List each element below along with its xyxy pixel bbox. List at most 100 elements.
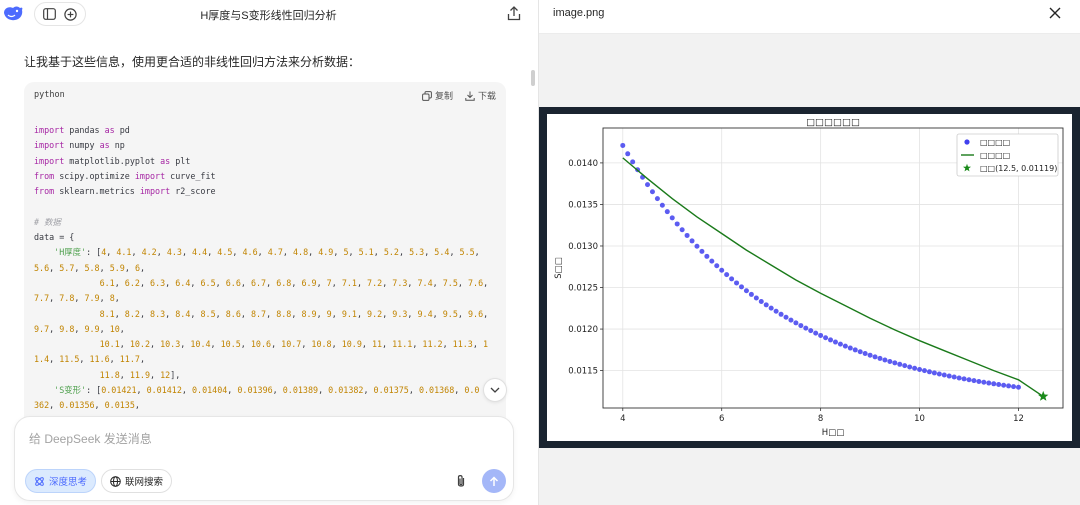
data-point (758, 298, 764, 304)
data-point (753, 295, 759, 301)
data-point (684, 232, 690, 238)
data-point (837, 341, 843, 347)
data-point (699, 248, 705, 254)
copy-icon (422, 90, 432, 101)
deep-think-label: 深度思考 (49, 477, 88, 488)
data-point (620, 142, 626, 148)
data-point (724, 272, 730, 278)
code-line: # 数据 (34, 216, 61, 227)
download-label: 下载 (477, 91, 496, 101)
x-tick-label: 10 (914, 414, 925, 424)
code-line: import pandas as pd (34, 125, 130, 135)
data-point (738, 284, 744, 290)
data-point (798, 323, 804, 329)
assistant-intro-text: 让我基于这些信息，使用更合适的非线性回归方法来分析数据： (24, 55, 361, 69)
code-line: 1.4, 11.5, 11.6, 11.7, (34, 354, 145, 365)
send-button[interactable] (482, 469, 506, 493)
code-line: 7.7, 7.8, 7.9, 8, (34, 293, 120, 304)
plot-image: 4 6 8 10 12 0.0115 0.0120 0.0125 0.0130 0.0135 0.0… (547, 114, 1072, 441)
data-point (659, 202, 665, 208)
data-point (867, 352, 873, 358)
y-tick-label: 0.0125 (568, 284, 598, 294)
deep-think-button[interactable]: 深度思考 (25, 469, 97, 493)
code-line: data = { (34, 232, 75, 243)
chart-title: □□□□□□ (806, 117, 860, 128)
data-point (704, 253, 710, 259)
data-point (818, 332, 824, 338)
data-point (664, 209, 670, 215)
data-point (971, 378, 977, 384)
data-point (709, 258, 715, 264)
data-point (897, 361, 903, 367)
data-point (669, 215, 675, 221)
chat-pane: H厚度与S变形线性回归分析 让我基于这些信息，使用更合适的非线性回归方法来分析数… (0, 0, 537, 505)
close-icon[interactable] (1049, 6, 1063, 20)
attach-icon[interactable] (455, 474, 469, 490)
data-point (778, 311, 784, 317)
chat-scrollbar[interactable] (531, 70, 535, 86)
y-axis-label: S□□ (554, 257, 564, 278)
data-point (996, 382, 1002, 388)
y-tick-label: 0.0130 (568, 242, 598, 252)
predicted-star-marker (1038, 390, 1049, 401)
x-tick-label: 6 (719, 414, 724, 424)
data-point (941, 372, 947, 378)
legend-label-star: □□(12.5, 0.01119) (980, 164, 1057, 173)
data-point (852, 347, 858, 353)
data-point (966, 377, 972, 383)
web-search-button[interactable]: 联网搜索 (101, 469, 173, 493)
data-point (877, 355, 883, 361)
code-line: 5.6, 5.7, 5.8, 5.9, 6, (34, 262, 146, 273)
image-preview-pane: image.png 4 6 8 10 12 0.0115 0.0120 0.0125 0.013… (538, 0, 1080, 505)
data-point (832, 339, 838, 345)
globe-icon (110, 475, 121, 487)
data-point (857, 349, 863, 355)
data-point (828, 337, 834, 343)
code-block: python 复制 下载 import pandas as pd import n… (24, 82, 506, 422)
code-line: import numpy as np (34, 140, 125, 151)
legend-label-points: □□□□ (980, 138, 1010, 147)
data-point (813, 330, 819, 336)
data-point (847, 345, 853, 351)
copy-label: 复制 (434, 91, 453, 101)
data-point (907, 364, 913, 370)
preview-header: image.png (539, 0, 1080, 34)
code-language: python (34, 90, 65, 100)
data-point (981, 379, 987, 385)
copy-button[interactable]: 复制 (422, 89, 453, 102)
data-point (734, 280, 740, 286)
app-window: H厚度与S变形线性回归分析 让我基于这些信息，使用更合适的非线性回归方法来分析数… (0, 0, 1080, 505)
message-input[interactable]: 给 DeepSeek 发送消息 (29, 430, 152, 447)
data-point (862, 350, 868, 356)
data-point (679, 227, 685, 233)
code-line: from scipy.optimize import curve_fit (34, 170, 216, 181)
scroll-down-button[interactable] (483, 378, 507, 402)
data-point (793, 320, 799, 326)
code-line: from sklearn.metrics import r2_score (34, 186, 216, 197)
message-composer: 给 DeepSeek 发送消息 深度思考 联网搜索 (14, 416, 514, 501)
code-line: 'S变形': [0.01421, 0.01412, 0.01404, 0.013… (54, 385, 480, 396)
data-point (788, 317, 794, 323)
data-point (986, 380, 992, 386)
code-line: 11.8, 11.9, 12], (99, 369, 181, 380)
data-point (823, 335, 829, 341)
chat-header: H厚度与S变形线性回归分析 (0, 0, 537, 30)
legend-point-marker (964, 139, 970, 145)
data-point (1006, 383, 1012, 389)
data-point (902, 363, 908, 369)
share-icon[interactable] (507, 6, 523, 22)
data-point (936, 371, 942, 377)
fit-line (622, 157, 1044, 397)
data-point (783, 314, 789, 320)
data-point (654, 196, 660, 202)
data-point (645, 182, 651, 188)
data-point (926, 369, 932, 375)
preview-filename: image.png (553, 7, 605, 19)
data-point (630, 159, 636, 165)
data-point (625, 151, 631, 157)
web-search-label: 联网搜索 (125, 477, 164, 488)
data-point (887, 358, 893, 364)
data-point (694, 243, 700, 249)
download-button[interactable]: 下载 (465, 89, 496, 102)
